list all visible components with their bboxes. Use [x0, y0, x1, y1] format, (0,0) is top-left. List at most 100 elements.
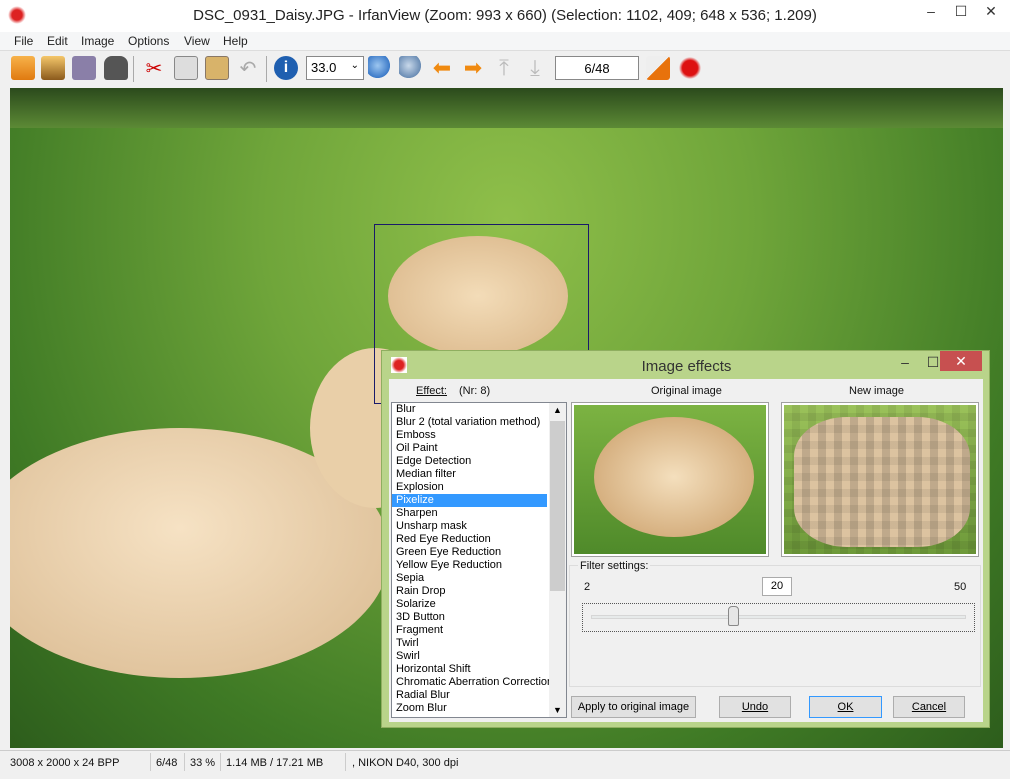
effect-list-item[interactable]: Horizontal Shift	[392, 663, 547, 676]
effect-list-item[interactable]: Explosion	[392, 481, 547, 494]
window-title: DSC_0931_Daisy.JPG - IrfanView (Zoom: 99…	[193, 7, 817, 24]
effects-list-items: Blur Blur 2 (total variation method) Embos…	[392, 403, 566, 715]
slider-track	[591, 615, 966, 619]
new-image-preview	[781, 402, 979, 557]
scroll-up-icon[interactable]: ▲	[553, 405, 562, 415]
undo-button[interactable]: Undo	[719, 696, 791, 718]
title-bar: DSC_0931_Daisy.JPG - IrfanView (Zoom: 99…	[0, 0, 1010, 32]
chevron-down-icon: ⌄	[350, 60, 359, 71]
new-image-label: New image	[849, 385, 905, 397]
effect-list-item[interactable]: Radial Blur	[392, 689, 547, 702]
effect-list-item[interactable]: Edge Detection	[392, 455, 547, 468]
cut-icon[interactable]: ✂	[142, 56, 166, 80]
effect-list-item[interactable]: Swirl	[392, 650, 547, 663]
effect-list-item[interactable]: Pixelize	[392, 494, 547, 507]
effect-list-item[interactable]: Emboss	[392, 429, 547, 442]
effect-list-item[interactable]: Rain Drop	[392, 585, 547, 598]
save-icon[interactable]	[72, 56, 96, 80]
filter-slider[interactable]	[582, 603, 975, 632]
effect-list-item[interactable]: Yellow Eye Reduction	[392, 559, 547, 572]
scroll-down-icon[interactable]: ▼	[553, 705, 562, 715]
status-zoom: 33 %	[190, 757, 216, 769]
effect-number: (Nr: 8)	[459, 385, 491, 397]
dog-face-pixelized	[794, 417, 970, 547]
dialog-body: Effect: (Nr: 8) Original image New image…	[389, 379, 983, 722]
menu-help[interactable]: Help	[223, 34, 248, 48]
effect-label: Effect:	[416, 385, 447, 397]
effect-list-item[interactable]: Sharpen	[392, 507, 547, 520]
page-counter: 6/48	[555, 56, 639, 80]
zoom-in-icon[interactable]	[368, 56, 392, 80]
scrollbar-thumb[interactable]	[550, 421, 565, 591]
slider-max: 50	[954, 581, 967, 593]
slider-min: 2	[584, 581, 591, 593]
original-image-preview	[571, 402, 769, 557]
effect-list-item[interactable]: Green Eye Reduction	[392, 546, 547, 559]
ok-button[interactable]: OK	[809, 696, 882, 718]
menu-image[interactable]: Image	[81, 34, 114, 48]
divider	[150, 753, 151, 771]
divider	[220, 753, 221, 771]
status-filesize: 1.14 MB / 17.21 MB	[226, 757, 324, 769]
divider	[184, 753, 185, 771]
effect-list-item[interactable]: Sepia	[392, 572, 547, 585]
zoom-out-icon[interactable]	[399, 56, 423, 80]
zoom-select[interactable]: 33.0 ⌄	[306, 56, 364, 80]
status-bar: 3008 x 2000 x 24 BPP 6/48 33 % 1.14 MB /…	[0, 750, 1010, 774]
menu-edit[interactable]: Edit	[47, 34, 68, 48]
cancel-button[interactable]: Cancel	[893, 696, 965, 718]
menu-file[interactable]: File	[14, 34, 33, 48]
undo-icon[interactable]: ↶	[236, 56, 260, 80]
menu-options[interactable]: Options	[128, 34, 169, 48]
close-button[interactable]: ✕	[976, 0, 1006, 22]
effect-list-item[interactable]: 3D Button	[392, 611, 547, 624]
last-icon[interactable]: ⤓	[523, 56, 547, 80]
effect-list-item[interactable]: Blur	[392, 403, 547, 416]
effect-list-item[interactable]: Blur 2 (total variation method)	[392, 416, 547, 429]
status-dimensions: 3008 x 2000 x 24 BPP	[10, 757, 120, 769]
separator	[266, 56, 267, 82]
toolbar: ✂ ↶ i 33.0 ⌄ ⬅ ➡ ⤒ ⤓ 6/48	[0, 52, 1010, 86]
effect-list-item[interactable]: Twirl	[392, 637, 547, 650]
effect-list-item[interactable]: Chromatic Aberration Correction	[392, 676, 553, 689]
dialog-minimize-button[interactable]: –	[890, 353, 920, 373]
list-scrollbar[interactable]: ▲ ▼	[549, 403, 566, 717]
status-page: 6/48	[156, 757, 178, 769]
next-icon[interactable]: ➡	[461, 56, 485, 80]
dog-face	[594, 417, 754, 537]
filter-settings-group: Filter settings: 2 20 50	[569, 560, 981, 687]
effects-list[interactable]: Blur Blur 2 (total variation method) Embos…	[391, 402, 567, 718]
delete-icon[interactable]	[104, 56, 128, 80]
maximize-button[interactable]: ☐	[946, 0, 976, 22]
zoom-value: 33.0	[311, 60, 337, 75]
slider-value-field[interactable]: 20	[762, 577, 792, 596]
open-icon[interactable]	[11, 56, 35, 80]
original-image-label: Original image	[651, 385, 722, 397]
dialog-close-button[interactable]: ✕	[940, 351, 982, 371]
status-exif: , NIKON D40, 300 dpi	[352, 757, 459, 769]
first-icon[interactable]: ⤒	[492, 56, 516, 80]
separator	[133, 56, 134, 82]
filter-settings-label: Filter settings:	[578, 560, 651, 572]
copy-icon[interactable]	[174, 56, 198, 80]
apply-to-original-button[interactable]: Apply to original image	[571, 696, 696, 718]
effect-list-item[interactable]: Zoom Blur	[392, 702, 547, 715]
effect-list-item[interactable]: Oil Paint	[392, 442, 547, 455]
info-icon[interactable]: i	[274, 56, 298, 80]
effect-list-item[interactable]: Fragment	[392, 624, 547, 637]
menu-bar: File Edit Image Options View Help	[0, 32, 1010, 51]
previous-icon[interactable]: ⬅	[430, 56, 454, 80]
settings-icon[interactable]	[646, 56, 670, 80]
menu-view[interactable]: View	[184, 34, 210, 48]
image-effects-dialog: Image effects – ☐ ✕ Effect: (Nr: 8) Orig…	[381, 350, 990, 728]
minimize-button[interactable]: –	[916, 0, 946, 22]
slider-thumb[interactable]	[727, 606, 739, 626]
divider	[345, 753, 346, 771]
effect-list-item[interactable]: Solarize	[392, 598, 547, 611]
effect-list-item[interactable]: Red Eye Reduction	[392, 533, 547, 546]
effect-list-item[interactable]: Unsharp mask	[392, 520, 547, 533]
paste-icon[interactable]	[205, 56, 229, 80]
irfanview-logo-icon[interactable]	[678, 56, 702, 80]
slideshow-icon[interactable]	[41, 56, 65, 80]
effect-list-item[interactable]: Median filter	[392, 468, 547, 481]
